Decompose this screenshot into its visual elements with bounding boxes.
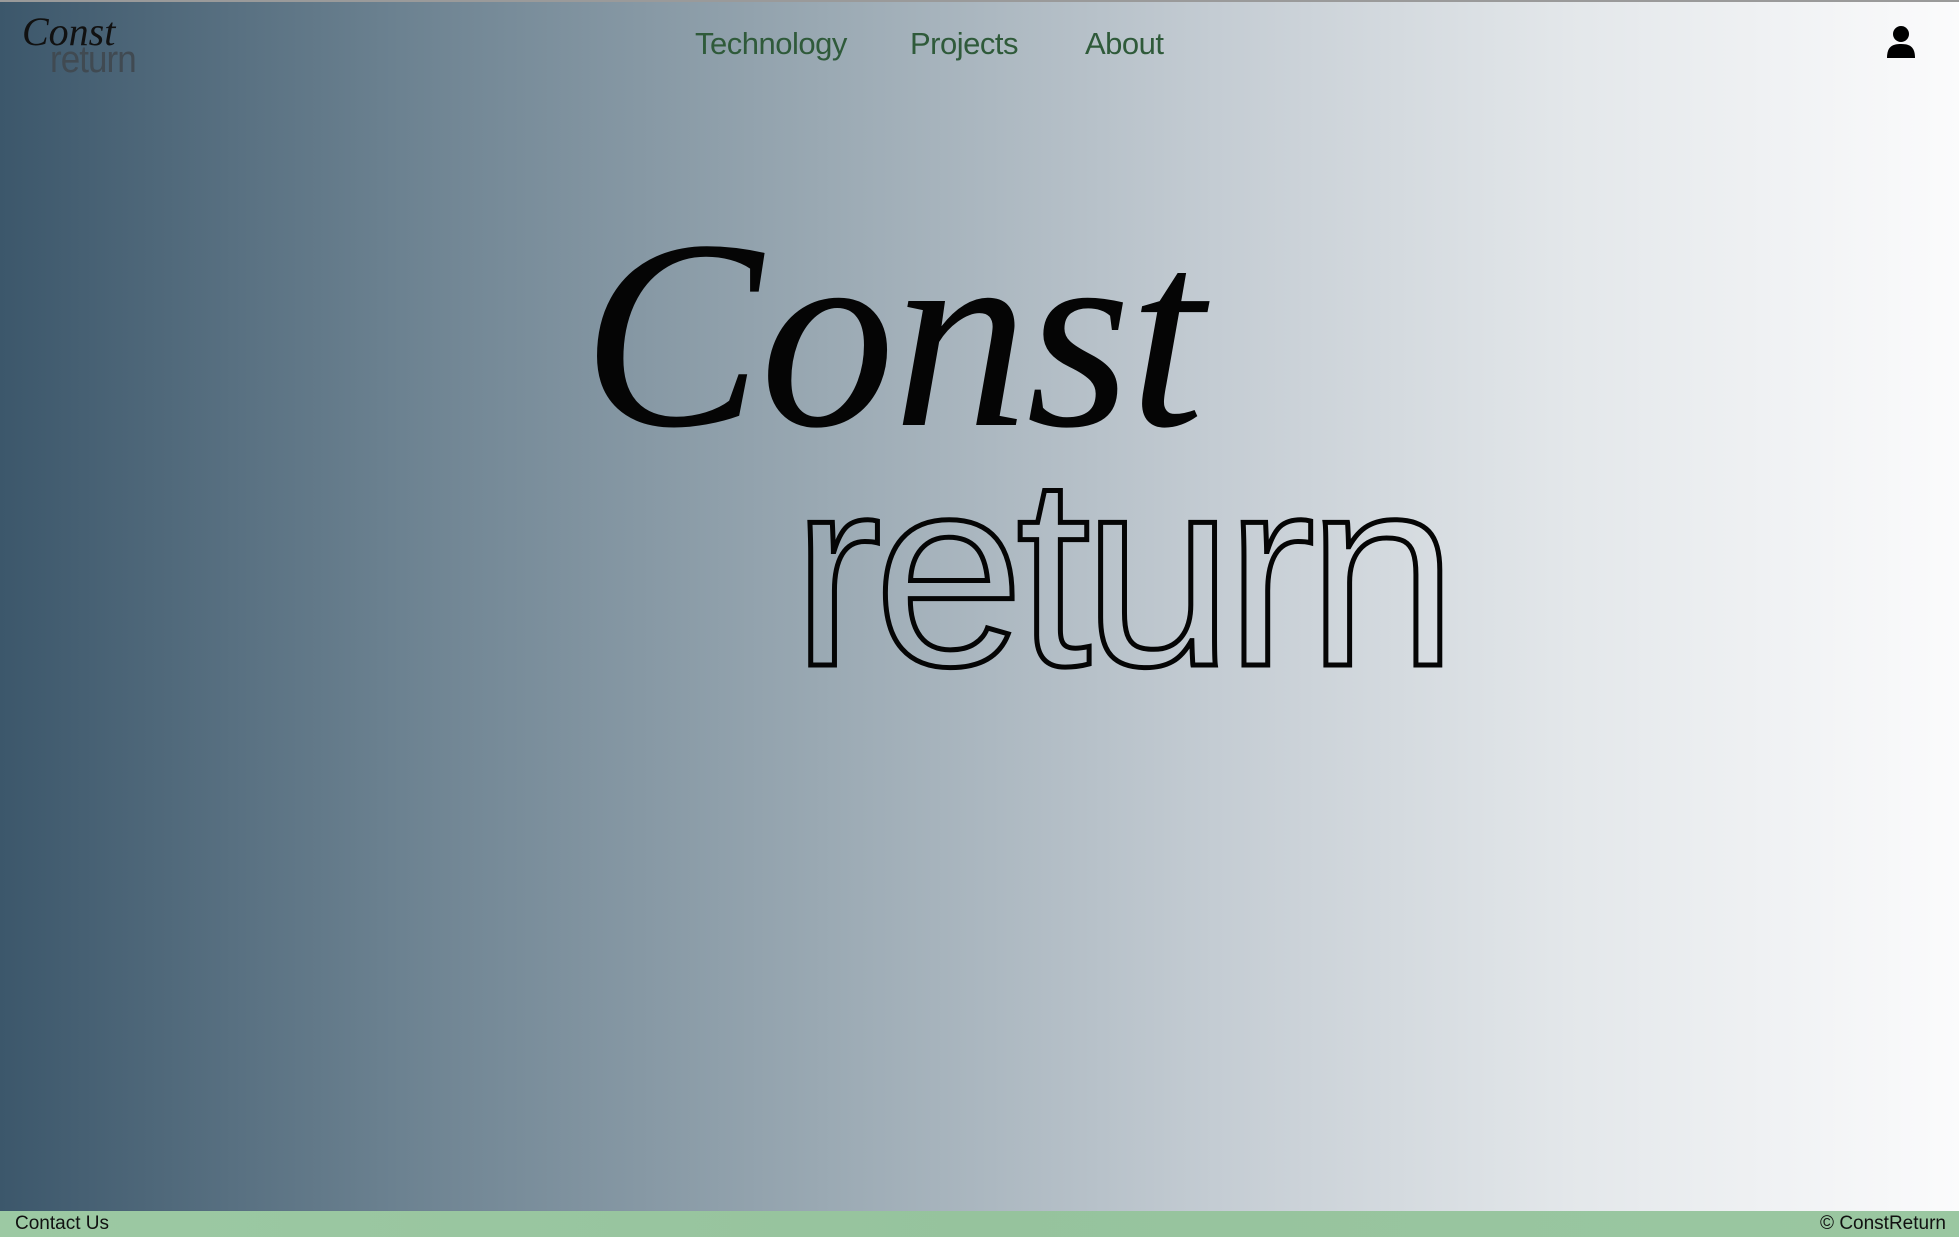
user-icon[interactable] bbox=[1885, 24, 1917, 60]
logo-text-return: return bbox=[50, 39, 137, 81]
logo-link[interactable]: Const return bbox=[22, 8, 152, 81]
nav-item-technology[interactable]: Technology bbox=[695, 22, 847, 66]
user-icon-svg bbox=[1887, 26, 1915, 58]
contact-us-link[interactable]: Contact Us bbox=[15, 1211, 109, 1236]
copyright-text: © ConstReturn bbox=[1820, 1213, 1946, 1234]
hero-title-return: return bbox=[789, 422, 1459, 723]
top-border bbox=[0, 0, 1959, 2]
nav-item-projects[interactable]: Projects bbox=[910, 22, 1018, 66]
nav-item-about[interactable]: About bbox=[1085, 22, 1164, 66]
footer-bar: Contact Us © ConstReturn bbox=[0, 1211, 1959, 1237]
